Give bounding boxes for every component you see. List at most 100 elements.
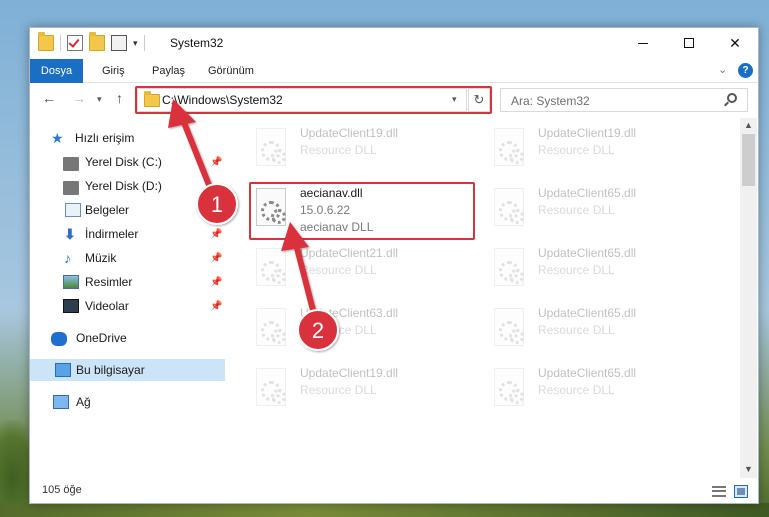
large-icons-view-icon[interactable] xyxy=(734,485,748,498)
tab-share[interactable]: Paylaş xyxy=(140,59,197,83)
toolbar-separator xyxy=(60,35,61,51)
star-icon: ★ xyxy=(51,130,64,146)
chevron-down-icon[interactable]: ▾ xyxy=(133,38,138,49)
file-description: Resource DLL xyxy=(538,203,615,217)
close-button[interactable]: ✕ xyxy=(712,28,758,58)
dll-file-icon xyxy=(494,368,524,406)
file-name: UpdateClient19.dll xyxy=(300,126,399,140)
expand-ribbon-chevron-icon[interactable]: ⌄ xyxy=(718,63,727,76)
scroll-down-icon[interactable]: ▼ xyxy=(744,464,753,474)
scrollbar-thumb[interactable] xyxy=(742,134,755,186)
address-bar-highlight xyxy=(135,86,492,114)
file-highlight-box xyxy=(249,182,475,240)
onedrive-icon xyxy=(51,332,67,346)
sidebar-item-label: İndirmeler xyxy=(85,227,139,241)
file-name: UpdateClient65.dll xyxy=(538,186,637,200)
sidebar-item-local-disk-c[interactable]: Yerel Disk (C:) 📌 xyxy=(30,151,225,173)
file-description: Resource DLL xyxy=(538,323,615,337)
file-item[interactable]: UpdateClient65.dll Resource DLL xyxy=(488,364,718,420)
sidebar-item-network[interactable]: Ağ xyxy=(30,391,225,413)
dll-file-icon xyxy=(494,308,524,346)
dll-file-icon xyxy=(494,128,524,166)
documents-icon xyxy=(65,203,81,217)
properties-check-icon[interactable] xyxy=(67,35,83,51)
file-item[interactable]: UpdateClient19.dll Resource DLL xyxy=(250,124,480,180)
maximize-icon xyxy=(684,38,694,48)
search-icon[interactable] xyxy=(727,93,737,103)
music-icon: ♪ xyxy=(64,250,71,266)
sidebar-item-pictures[interactable]: Resimler 📌 xyxy=(30,271,225,293)
file-item[interactable]: UpdateClient65.dll Resource DLL xyxy=(488,244,718,300)
recent-locations-chevron-icon[interactable]: ▾ xyxy=(97,94,102,105)
sidebar-item-label: OneDrive xyxy=(76,331,127,345)
tab-view[interactable]: Görünüm xyxy=(196,59,266,83)
dll-file-icon xyxy=(494,248,524,286)
dll-file-icon xyxy=(256,368,286,406)
sidebar-item-label: Müzik xyxy=(85,251,117,265)
close-icon: ✕ xyxy=(729,34,741,51)
up-arrow-icon[interactable]: ↑ xyxy=(116,90,123,106)
network-icon xyxy=(53,395,69,409)
file-explorer-window: ▾ System32 ✕ Dosya Giriş Paylaş Görünüm … xyxy=(29,27,759,504)
file-name: UpdateClient63.dll xyxy=(300,306,399,320)
tab-file[interactable]: Dosya xyxy=(30,59,83,83)
minimize-button[interactable] xyxy=(620,28,666,58)
pin-icon[interactable]: 📌 xyxy=(210,277,222,288)
sidebar-item-label: Yerel Disk (C:) xyxy=(85,155,162,169)
vertical-scrollbar[interactable]: ▲ ▼ xyxy=(740,118,757,478)
pin-icon[interactable]: 📌 xyxy=(210,253,222,264)
background-ground xyxy=(0,503,769,517)
file-description: Resource DLL xyxy=(538,143,615,157)
details-view-icon[interactable] xyxy=(712,486,726,497)
forward-arrow-icon[interactable]: → xyxy=(72,90,86,106)
file-name: UpdateClient65.dll xyxy=(538,306,637,320)
drive-icon xyxy=(63,157,79,171)
toolbar-separator xyxy=(143,35,145,51)
pictures-icon xyxy=(63,275,79,289)
dll-file-icon xyxy=(256,128,286,166)
folder-icon[interactable] xyxy=(38,32,54,51)
sidebar-item-music[interactable]: ♪ Müzik 📌 xyxy=(30,247,225,269)
file-item[interactable]: UpdateClient21.dll Resource DLL xyxy=(250,244,480,300)
file-item[interactable]: UpdateClient63.dll Resource DLL xyxy=(250,304,480,360)
ribbon: Dosya Giriş Paylaş Görünüm ⌄ ? xyxy=(30,59,758,83)
sidebar-item-this-pc[interactable]: Bu bilgisayar xyxy=(30,359,225,381)
tab-home[interactable]: Giriş xyxy=(90,59,137,83)
search-input[interactable]: Ara: System32 xyxy=(511,94,590,108)
search-box[interactable]: Ara: System32 xyxy=(500,88,748,112)
sidebar-item-label: Resimler xyxy=(85,275,133,289)
file-description: Resource DLL xyxy=(300,263,377,277)
sidebar-item-downloads[interactable]: ⬇ İndirmeler 📌 xyxy=(30,223,225,245)
quick-access-toolbar: ▾ xyxy=(38,32,145,51)
file-name: UpdateClient19.dll xyxy=(300,366,399,380)
file-description: Resource DLL xyxy=(300,323,377,337)
back-arrow-icon[interactable]: ← xyxy=(42,90,56,106)
file-name: UpdateClient65.dll xyxy=(538,246,637,260)
file-item[interactable]: UpdateClient19.dll Resource DLL xyxy=(488,124,718,180)
item-count: 105 öğe xyxy=(42,484,82,496)
sidebar-item-label: Yerel Disk (D:) xyxy=(85,179,162,193)
navigation-pane: ★ Hızlı erişim Yerel Disk (C:) 📌 Yerel D… xyxy=(30,118,225,478)
new-folder-icon[interactable] xyxy=(89,32,105,51)
videos-icon xyxy=(63,299,79,313)
sidebar-item-label: Ağ xyxy=(76,395,91,409)
file-item[interactable]: UpdateClient19.dll Resource DLL xyxy=(250,364,480,420)
maximize-button[interactable] xyxy=(666,28,712,58)
help-icon[interactable]: ? xyxy=(738,63,753,78)
pin-icon[interactable]: 📌 xyxy=(210,229,222,240)
scroll-up-icon[interactable]: ▲ xyxy=(744,120,753,130)
customize-icon[interactable] xyxy=(111,35,127,51)
file-description: Resource DLL xyxy=(300,143,377,157)
sidebar-item-videos[interactable]: Videolar 📌 xyxy=(30,295,225,317)
file-item[interactable]: UpdateClient65.dll Resource DLL xyxy=(488,304,718,360)
drive-icon xyxy=(63,181,79,195)
file-item[interactable]: UpdateClient65.dll Resource DLL xyxy=(488,184,718,240)
sidebar-item-quick-access[interactable]: ★ Hızlı erişim xyxy=(30,127,225,149)
sidebar-item-onedrive[interactable]: OneDrive xyxy=(30,327,225,349)
sidebar-item-local-disk-d[interactable]: Yerel Disk (D:) xyxy=(30,175,225,197)
pin-icon[interactable]: 📌 xyxy=(210,301,222,312)
sidebar-item-documents[interactable]: Belgeler xyxy=(30,199,225,221)
navigation-bar: ← → ▾ ↑ C:\Windows\System32 ▾ ↻ Ara: Sys… xyxy=(30,84,758,116)
file-list: UpdateClient19.dll Resource DLL UpdateCl… xyxy=(226,118,740,478)
pin-icon[interactable]: 📌 xyxy=(210,157,222,168)
